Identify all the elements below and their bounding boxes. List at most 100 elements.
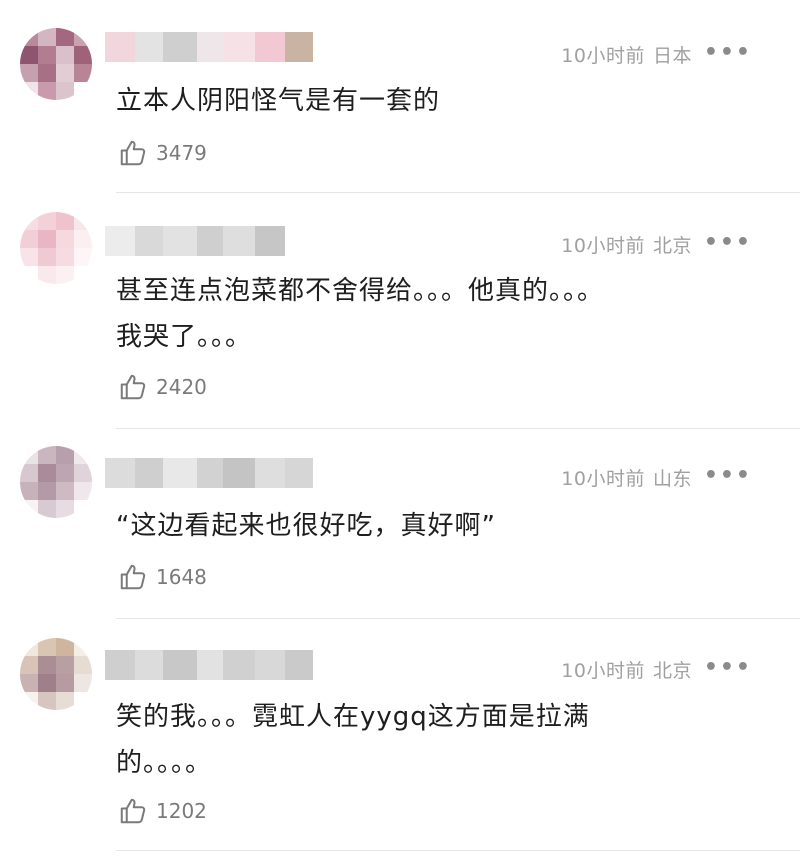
avatar-pixel bbox=[20, 248, 38, 266]
username-pixel bbox=[105, 650, 135, 680]
thumbs-up-icon bbox=[120, 140, 146, 166]
thumbs-up-icon bbox=[120, 564, 146, 590]
username-pixel bbox=[223, 650, 255, 680]
comment-meta: 10小时前 山东 bbox=[561, 464, 692, 491]
more-options-icon[interactable]: ••• bbox=[704, 465, 752, 487]
avatar-pixel bbox=[38, 230, 56, 248]
like-count: 2420 bbox=[156, 375, 207, 399]
avatar-pixel bbox=[56, 674, 74, 692]
username-pixel bbox=[255, 226, 285, 256]
username-blurred[interactable] bbox=[105, 458, 313, 488]
avatar-pixel bbox=[20, 482, 38, 500]
username-pixel bbox=[163, 650, 197, 680]
avatar-pixel bbox=[74, 64, 92, 82]
avatar-pixel bbox=[74, 82, 92, 100]
avatar-pixel bbox=[20, 230, 38, 248]
comment-text-line: 甚至连点泡菜都不舍得给。。。他真的。。。 bbox=[116, 276, 605, 306]
avatar-pixel bbox=[74, 638, 92, 656]
avatar-pixel bbox=[56, 230, 74, 248]
username-blurred[interactable] bbox=[105, 226, 285, 256]
avatar[interactable] bbox=[20, 446, 92, 518]
like-button[interactable]: 1202 bbox=[118, 796, 207, 826]
avatar-pixel bbox=[38, 638, 56, 656]
like-button[interactable]: 1648 bbox=[118, 562, 207, 592]
more-options-icon[interactable]: ••• bbox=[704, 657, 752, 679]
username-pixel bbox=[135, 650, 163, 680]
username-pixel bbox=[105, 226, 135, 256]
avatar-pixel bbox=[56, 64, 74, 82]
like-button[interactable]: 3479 bbox=[118, 138, 207, 168]
avatar-pixel bbox=[20, 638, 38, 656]
comment-text: 立本人阴阳怪气是有一套的 bbox=[116, 78, 756, 124]
avatar-pixel bbox=[74, 46, 92, 64]
avatar[interactable] bbox=[20, 638, 92, 710]
username-blurred[interactable] bbox=[105, 32, 313, 62]
avatar-pixel bbox=[20, 656, 38, 674]
avatar-pixel bbox=[56, 656, 74, 674]
avatar-pixel bbox=[74, 482, 92, 500]
avatar-pixel bbox=[74, 28, 92, 46]
avatar[interactable] bbox=[20, 212, 92, 284]
username-pixel bbox=[223, 226, 255, 256]
username-blurred[interactable] bbox=[105, 650, 313, 680]
username-pixel bbox=[255, 32, 285, 62]
username-pixel bbox=[135, 458, 163, 488]
like-button[interactable]: 2420 bbox=[118, 372, 207, 402]
comment-location: 山东 bbox=[652, 468, 692, 490]
more-options-icon[interactable]: ••• bbox=[704, 42, 752, 64]
username-pixel bbox=[135, 32, 163, 62]
comment-meta: 10小时前 日本 bbox=[561, 41, 692, 68]
avatar-pixel bbox=[20, 46, 38, 64]
avatar-pixel bbox=[38, 446, 56, 464]
avatar-pixel bbox=[74, 212, 92, 230]
avatar-pixel bbox=[74, 446, 92, 464]
username-pixel bbox=[163, 32, 197, 62]
comment-time: 10小时前 bbox=[561, 235, 645, 257]
comment-text: 笑的我。。。霓虹人在yygq这方面是拉满 的。。。。 bbox=[116, 694, 756, 786]
avatar-pixel bbox=[20, 692, 38, 710]
comment-meta: 10小时前 北京 bbox=[561, 231, 692, 258]
avatar-pixel bbox=[56, 46, 74, 64]
avatar-pixel bbox=[74, 248, 92, 266]
comment-location: 北京 bbox=[652, 660, 692, 682]
avatar-pixel bbox=[38, 64, 56, 82]
username-pixel bbox=[223, 32, 255, 62]
comment-time: 10小时前 bbox=[561, 45, 645, 67]
avatar[interactable] bbox=[20, 28, 92, 100]
avatar-pixel bbox=[38, 46, 56, 64]
avatar-pixel bbox=[20, 212, 38, 230]
avatar-pixel bbox=[38, 692, 56, 710]
comment-location: 日本 bbox=[652, 45, 692, 67]
avatar-pixel bbox=[20, 674, 38, 692]
comment-text: 甚至连点泡菜都不舍得给。。。他真的。。。 我哭了。。。 bbox=[116, 268, 756, 360]
avatar-pixel bbox=[38, 266, 56, 284]
avatar-pixel bbox=[38, 656, 56, 674]
avatar-pixel bbox=[38, 674, 56, 692]
username-pixel bbox=[197, 458, 223, 488]
username-pixel bbox=[163, 226, 197, 256]
more-options-icon[interactable]: ••• bbox=[704, 232, 752, 254]
avatar-pixel bbox=[56, 248, 74, 266]
avatar-pixel bbox=[56, 464, 74, 482]
comment-text-line: 立本人阴阳怪气是有一套的 bbox=[116, 86, 441, 116]
avatar-pixel bbox=[38, 464, 56, 482]
username-pixel bbox=[135, 226, 163, 256]
avatar-pixel bbox=[20, 28, 38, 46]
username-pixel bbox=[285, 650, 313, 680]
username-pixel bbox=[105, 458, 135, 488]
like-count: 1202 bbox=[156, 799, 207, 823]
avatar-pixel bbox=[20, 446, 38, 464]
avatar-pixel bbox=[56, 446, 74, 464]
username-pixel bbox=[197, 226, 223, 256]
avatar-pixel bbox=[56, 638, 74, 656]
like-count: 3479 bbox=[156, 141, 207, 165]
avatar-pixel bbox=[56, 82, 74, 100]
divider bbox=[116, 618, 800, 619]
thumbs-up-icon bbox=[120, 798, 146, 824]
avatar-pixel bbox=[74, 674, 92, 692]
comment-location: 北京 bbox=[652, 235, 692, 257]
divider bbox=[116, 428, 800, 429]
avatar-pixel bbox=[56, 500, 74, 518]
username-pixel bbox=[105, 32, 135, 62]
comment-meta: 10小时前 北京 bbox=[561, 656, 692, 683]
